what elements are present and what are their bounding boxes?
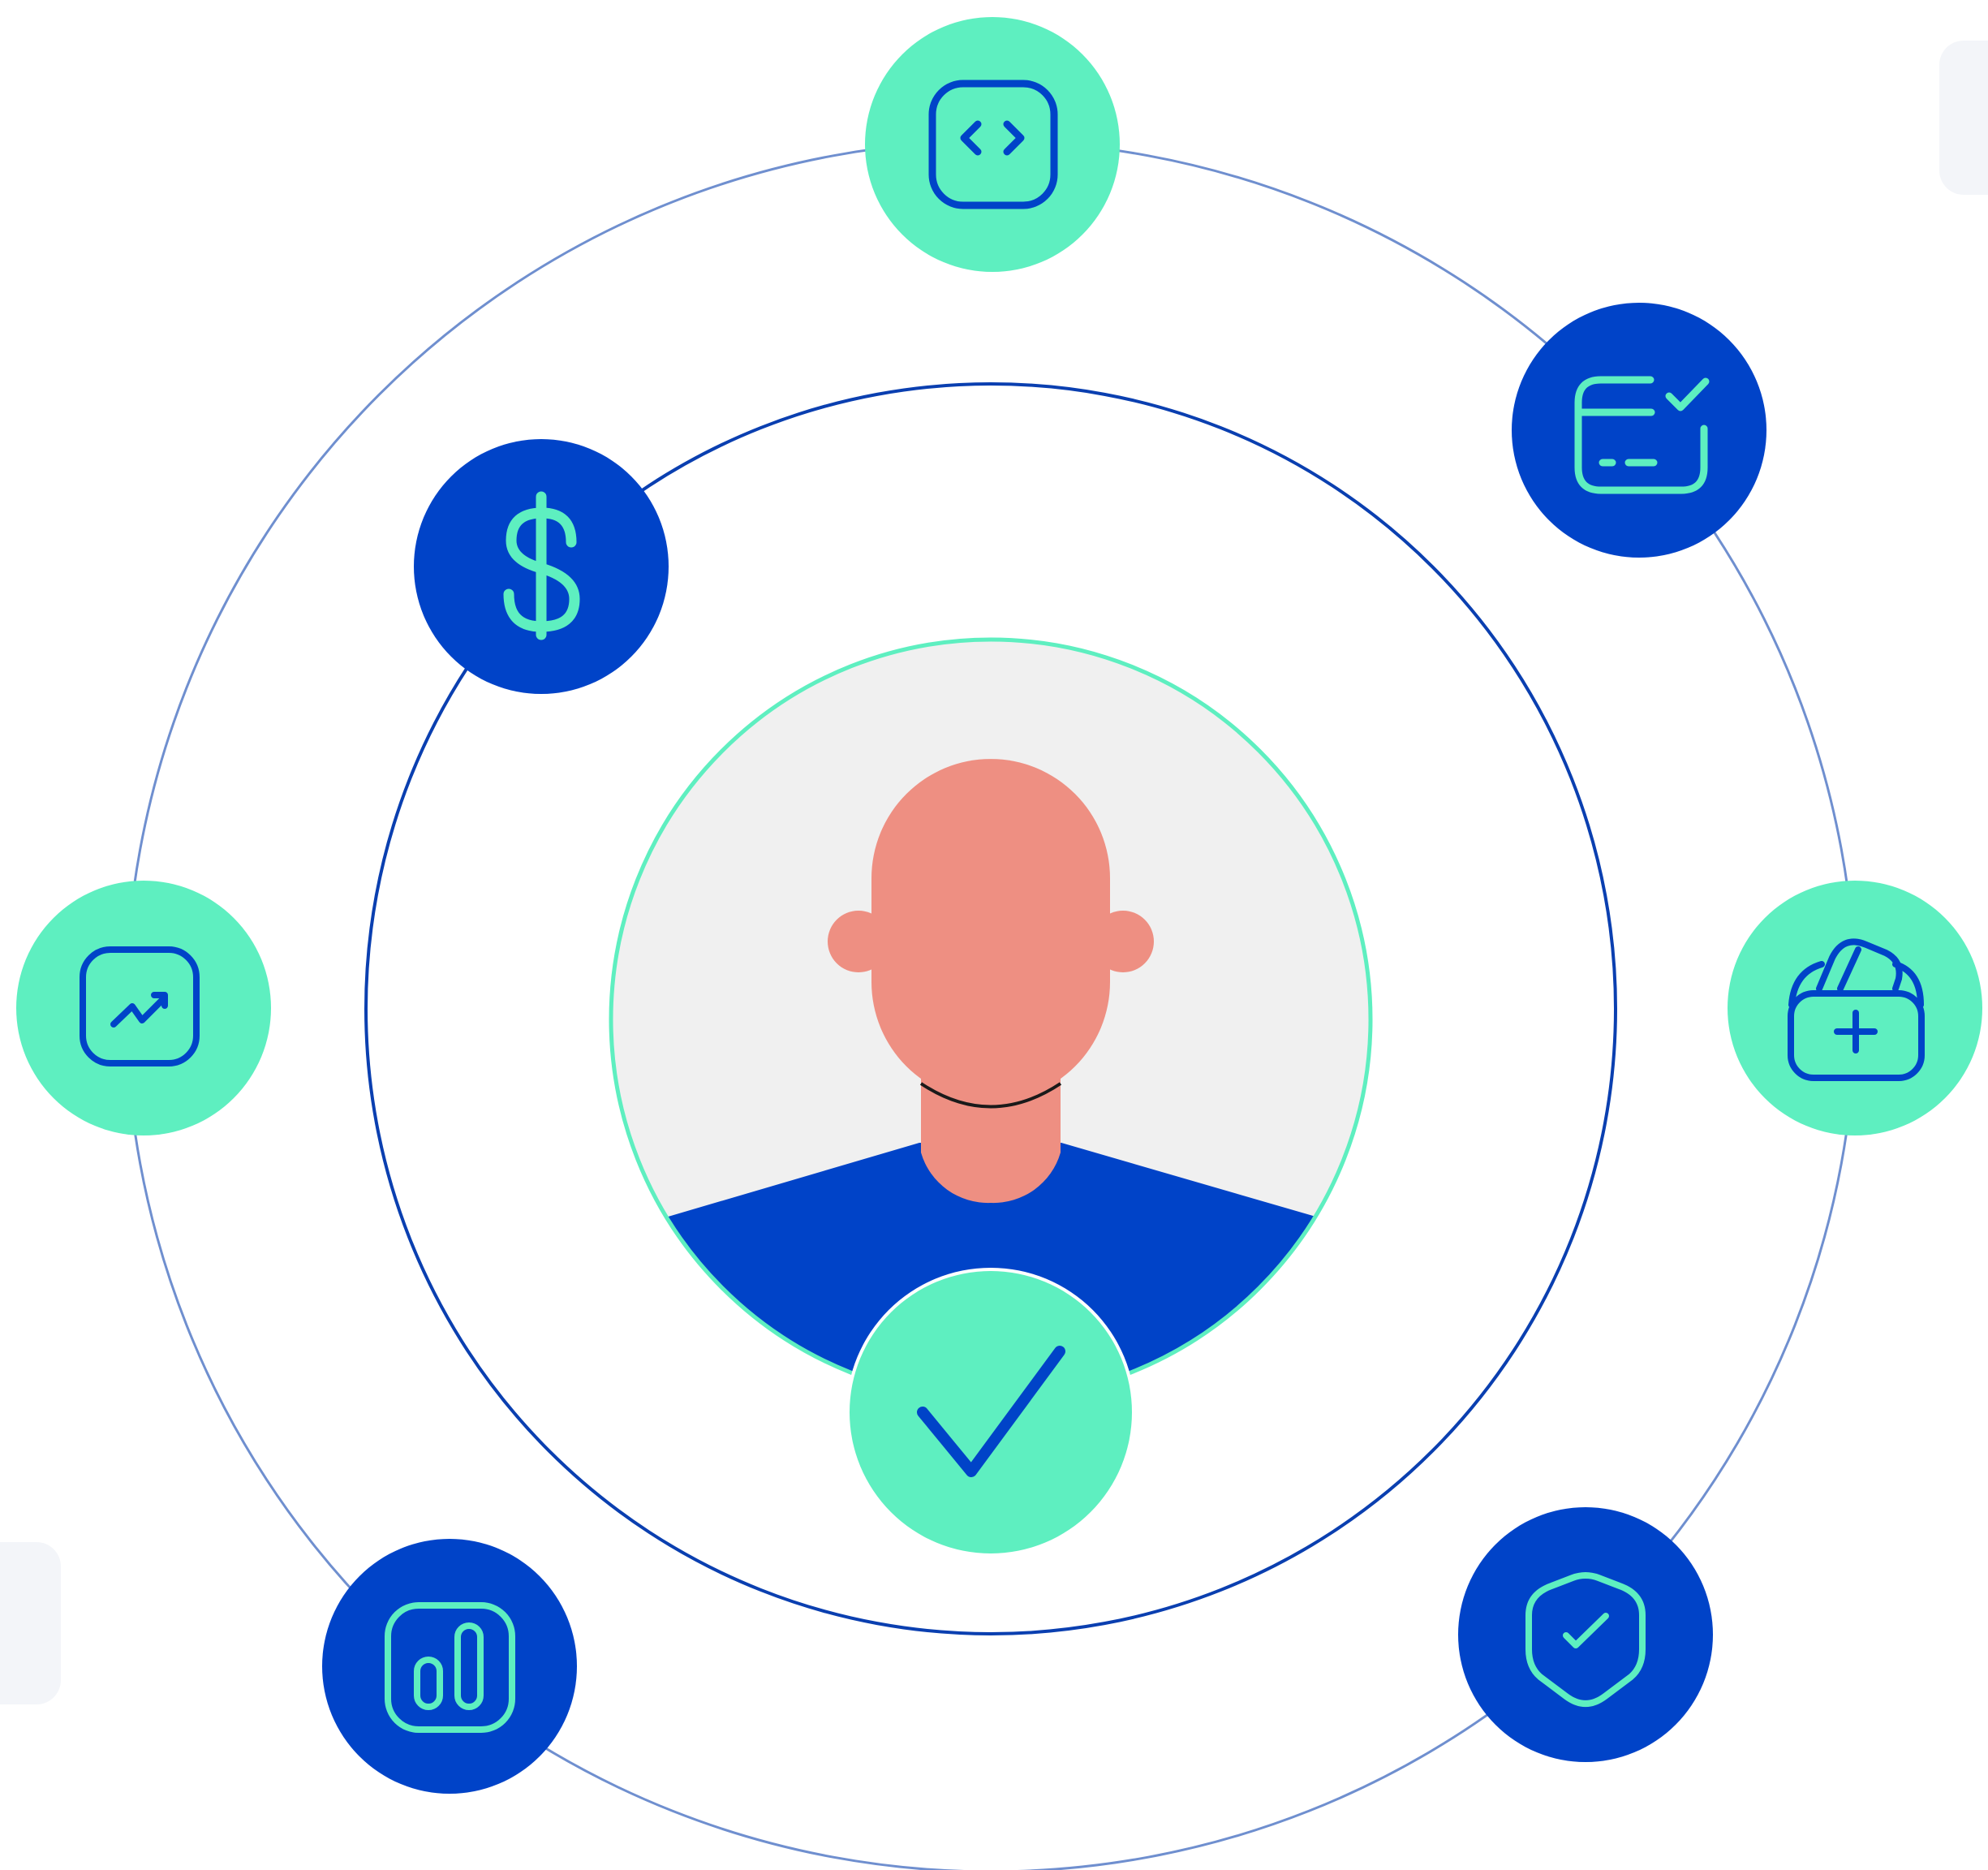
trend-chart-node — [16, 881, 271, 1135]
wallet-add-node — [1728, 881, 1982, 1135]
credit-card-check-node — [1512, 303, 1766, 558]
code-brackets-node — [865, 17, 1120, 272]
user-ecosystem-illustration — [16, 17, 1982, 1870]
dollar-sign-node — [414, 439, 669, 694]
checkmark-node — [846, 1268, 1135, 1557]
bar-chart-node — [322, 1539, 577, 1794]
shield-check-node — [1458, 1507, 1713, 1762]
